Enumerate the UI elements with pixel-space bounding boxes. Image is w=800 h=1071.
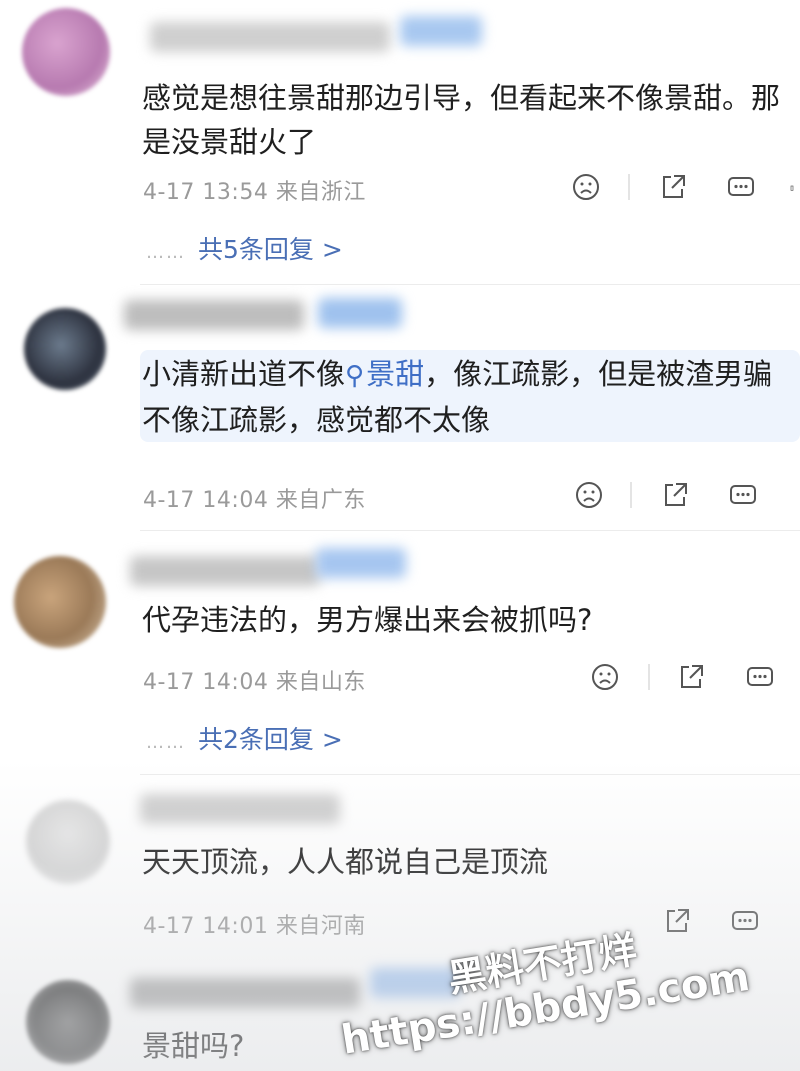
comment-divider <box>140 284 800 285</box>
comment-icon[interactable] <box>728 480 758 510</box>
comment-meta: 4-17 13:54 来自浙江 <box>143 180 366 205</box>
comment-text: 感觉是想往景甜那边引导，但看起来不像景甜。那 是没景甜火了 <box>142 81 781 159</box>
share-icon[interactable] <box>658 172 688 202</box>
badge-redacted <box>316 548 406 578</box>
username-redacted[interactable] <box>150 22 390 52</box>
divider <box>648 664 650 690</box>
username-redacted[interactable] <box>130 978 360 1008</box>
share-icon[interactable] <box>676 662 706 692</box>
comment-meta: 4-17 14:01 来自河南 <box>143 914 366 939</box>
share-icon[interactable] <box>660 480 690 510</box>
view-replies-link[interactable]: …… 共2条回复 > <box>146 720 343 756</box>
comment-icon[interactable] <box>745 662 775 692</box>
badge-redacted <box>400 16 482 46</box>
comment-divider <box>140 530 800 531</box>
comment-text: 代孕违法的，男方爆出来会被抓吗? <box>142 603 593 637</box>
comment-meta: 4-17 14:04 来自广东 <box>143 488 366 513</box>
avatar[interactable] <box>26 980 110 1064</box>
share-icon[interactable] <box>662 906 692 936</box>
comment-icon[interactable] <box>730 906 760 936</box>
username-redacted[interactable] <box>124 300 304 330</box>
divider <box>630 482 632 508</box>
divider <box>628 174 630 200</box>
comment-icon[interactable] <box>726 172 756 202</box>
sad-face-icon[interactable] <box>590 662 620 692</box>
avatar[interactable] <box>22 8 110 96</box>
comment-text: 小清新出道不像⚲景甜，像江疏影，但是被渣男骗 不像江疏影，感觉都不太像 <box>142 352 772 442</box>
comment-divider <box>140 774 800 775</box>
search-icon: ⚲ <box>345 361 365 391</box>
avatar[interactable] <box>14 556 106 648</box>
like-icon[interactable] <box>790 172 800 202</box>
badge-redacted <box>370 968 460 998</box>
sad-face-icon[interactable] <box>574 480 604 510</box>
avatar[interactable] <box>26 800 110 884</box>
view-replies-link[interactable]: …… 共5条回复 > <box>146 230 343 266</box>
comment-text: 景甜吗? <box>142 1029 245 1063</box>
topic-link[interactable]: ⚲景甜 <box>345 357 424 391</box>
sad-face-icon[interactable] <box>571 172 601 202</box>
comment-meta: 4-17 14:04 来自山东 <box>143 670 366 695</box>
avatar[interactable] <box>24 308 106 390</box>
username-redacted[interactable] <box>140 794 340 824</box>
badge-redacted <box>318 298 402 328</box>
username-redacted[interactable] <box>130 556 320 586</box>
comment-text: 天天顶流，人人都说自己是顶流 <box>142 845 549 879</box>
